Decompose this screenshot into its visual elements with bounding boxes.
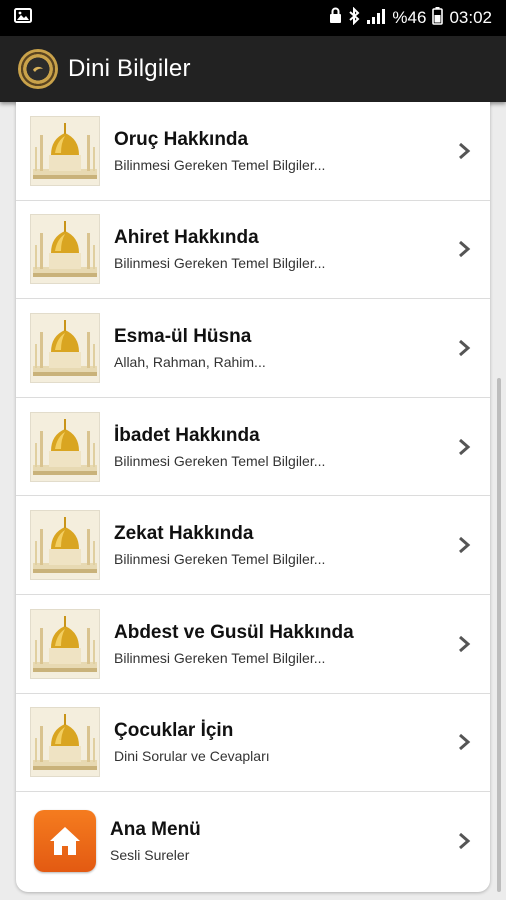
list-item-subtitle: Sesli Sureler bbox=[110, 847, 190, 864]
chevron-right-icon bbox=[444, 832, 484, 850]
list-item-subtitle: Allah, Rahman, Rahim... bbox=[114, 353, 266, 370]
app-logo-icon[interactable] bbox=[18, 49, 58, 89]
mosque-icon bbox=[30, 510, 100, 581]
mosque-icon bbox=[30, 411, 100, 482]
lock-icon bbox=[329, 7, 342, 29]
list-item-ana-menu[interactable]: Ana Menü Sesli Sureler bbox=[16, 792, 490, 891]
list-item-title: Zekat Hakkında bbox=[114, 523, 254, 545]
chevron-right-icon bbox=[444, 142, 484, 160]
menu-list: Oruç Hakkında Bilinmesi Gereken Temel Bi… bbox=[16, 102, 490, 892]
chevron-right-icon bbox=[444, 438, 484, 456]
chevron-right-icon bbox=[444, 733, 484, 751]
status-bar: %46 03:02 bbox=[0, 0, 506, 36]
mosque-icon bbox=[30, 608, 100, 679]
signal-icon bbox=[366, 8, 386, 29]
chevron-right-icon bbox=[444, 240, 484, 258]
chevron-right-icon bbox=[444, 635, 484, 653]
app-title: Dini Bilgiler bbox=[68, 55, 191, 82]
list-item-title: Oruç Hakkında bbox=[114, 128, 249, 150]
mosque-icon bbox=[30, 312, 100, 383]
list-item-title: Abdest ve Gusül Hakkında bbox=[114, 621, 354, 643]
battery-icon bbox=[432, 6, 444, 30]
list-item-ibadet[interactable]: İbadet Hakkında Bilinmesi Gereken Temel … bbox=[16, 398, 490, 497]
list-item-title: Çocuklar İçin bbox=[114, 720, 234, 742]
list-item-subtitle: Bilinmesi Gereken Temel Bilgiler... bbox=[114, 452, 326, 469]
app-bar: Dini Bilgiler bbox=[0, 36, 506, 102]
list-item-esma-ul-husna[interactable]: Esma-ül Hüsna Allah, Rahman, Rahim... bbox=[16, 299, 490, 398]
scrollbar[interactable] bbox=[497, 378, 501, 892]
list-item-abdest-gusul[interactable]: Abdest ve Gusül Hakkında Bilinmesi Gerek… bbox=[16, 595, 490, 694]
list-item-subtitle: Bilinmesi Gereken Temel Bilgiler... bbox=[114, 551, 326, 568]
battery-percent: %46 bbox=[392, 8, 427, 27]
image-icon bbox=[14, 8, 32, 28]
home-icon bbox=[34, 810, 96, 873]
list-item-title: Ahiret Hakkında bbox=[114, 227, 259, 249]
list-item-subtitle: Bilinmesi Gereken Temel Bilgiler... bbox=[114, 156, 326, 173]
list-item-title: Ana Menü bbox=[110, 819, 201, 841]
list-item-subtitle: Bilinmesi Gereken Temel Bilgiler... bbox=[114, 255, 326, 272]
list-item-oruc[interactable]: Oruç Hakkında Bilinmesi Gereken Temel Bi… bbox=[16, 102, 490, 201]
list-item-title: Esma-ül Hüsna bbox=[114, 325, 252, 347]
chevron-right-icon bbox=[444, 536, 484, 554]
list-item-title: İbadet Hakkında bbox=[114, 424, 260, 446]
list-item-ahiret[interactable]: Ahiret Hakkında Bilinmesi Gereken Temel … bbox=[16, 201, 490, 300]
mosque-icon bbox=[30, 214, 100, 285]
list-item-subtitle: Dini Sorular ve Cevapları bbox=[114, 748, 270, 765]
bluetooth-icon bbox=[348, 6, 360, 30]
list-item-zekat[interactable]: Zekat Hakkında Bilinmesi Gereken Temel B… bbox=[16, 496, 490, 595]
chevron-right-icon bbox=[444, 339, 484, 357]
clock: 03:02 bbox=[449, 8, 492, 27]
list-item-cocuklar-icin[interactable]: Çocuklar İçin Dini Sorular ve Cevapları bbox=[16, 694, 490, 793]
list-item-subtitle: Bilinmesi Gereken Temel Bilgiler... bbox=[114, 649, 326, 666]
mosque-icon bbox=[30, 707, 100, 778]
mosque-icon bbox=[30, 115, 100, 186]
